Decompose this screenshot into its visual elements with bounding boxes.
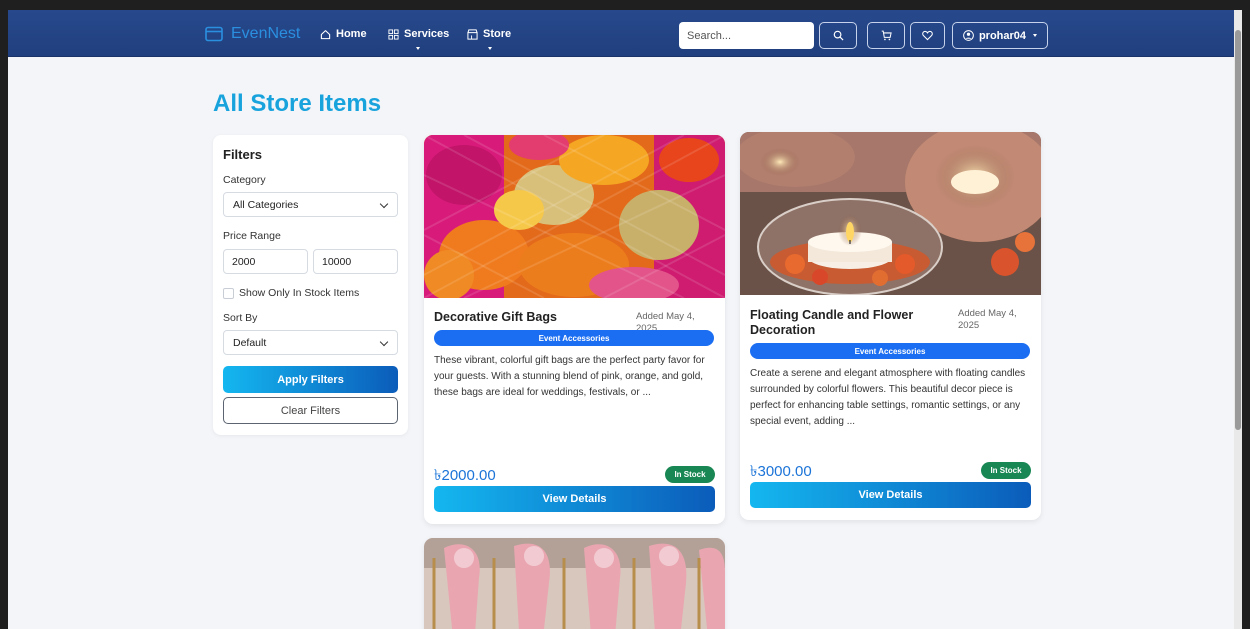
- scrollbar-thumb[interactable]: [1235, 30, 1241, 430]
- brand-logo[interactable]: EvenNest: [205, 25, 300, 43]
- wishlist-button[interactable]: [910, 22, 945, 49]
- stock-badge: In Stock: [665, 466, 715, 483]
- product-card: [424, 538, 725, 629]
- sort-by-label: Sort By: [223, 312, 258, 324]
- view-details-button[interactable]: View Details: [434, 486, 715, 512]
- product-image[interactable]: [424, 538, 725, 629]
- product-title: Floating Candle and Flower Decoration: [750, 308, 914, 337]
- category-badge: Event Accessories: [434, 330, 714, 346]
- store-caret-icon[interactable]: [488, 47, 492, 50]
- in-stock-checkbox[interactable]: [223, 288, 234, 299]
- view-details-button[interactable]: View Details: [750, 482, 1031, 508]
- filters-panel: Filters Category All Categories Price Ra…: [213, 135, 408, 435]
- clear-filters-button[interactable]: Clear Filters: [223, 397, 398, 424]
- nav-store-label: Store: [483, 28, 512, 40]
- username: prohar04: [978, 29, 1027, 42]
- price-min-input[interactable]: 2000: [223, 249, 308, 274]
- shop-icon: [467, 28, 478, 40]
- services-caret-icon[interactable]: [416, 47, 420, 50]
- category-badge: Event Accessories: [750, 343, 1030, 359]
- sort-value: Default: [233, 336, 267, 349]
- chevron-down-icon: [379, 337, 389, 347]
- price-max-value: 10000: [322, 255, 352, 268]
- navbar: EvenNest Home Services Store Search... p…: [8, 10, 1242, 57]
- browser-viewport: EvenNest Home Services Store Search... p…: [8, 10, 1242, 629]
- nav-home-label: Home: [336, 28, 367, 40]
- price-range-label: Price Range: [223, 230, 281, 242]
- nav-services[interactable]: Services: [388, 28, 449, 40]
- home-icon: [320, 29, 331, 39]
- filters-title: Filters: [223, 147, 263, 162]
- user-caret-icon: [1033, 34, 1038, 37]
- price-max-input[interactable]: 10000: [313, 249, 398, 274]
- category-select[interactable]: All Categories: [223, 192, 398, 217]
- category-value: All Categories: [233, 198, 299, 211]
- scrollbar[interactable]: [1234, 10, 1242, 629]
- calendar-icon: [205, 26, 223, 42]
- search-input[interactable]: [679, 22, 814, 49]
- product-image[interactable]: [740, 132, 1041, 295]
- product-title: Decorative Gift Bags: [434, 310, 557, 324]
- product-description: Create a serene and elegant atmosphere w…: [750, 368, 1026, 427]
- candle-image: [740, 132, 1041, 295]
- grid-icon: [388, 28, 399, 40]
- user-circle-icon: [963, 30, 974, 41]
- category-label: Category: [223, 174, 266, 186]
- search-button[interactable]: [819, 22, 857, 49]
- stock-badge: In Stock: [981, 462, 1031, 479]
- chevron-down-icon: [379, 199, 389, 209]
- product-image[interactable]: [424, 135, 725, 298]
- search-icon: [833, 30, 844, 41]
- cart-button[interactable]: [867, 22, 905, 49]
- cart-icon: [881, 30, 892, 41]
- product-card: Floating Candle and Flower Decoration Ad…: [740, 132, 1041, 520]
- apply-filters-button[interactable]: Apply Filters: [223, 366, 398, 393]
- nav-store[interactable]: Store: [467, 28, 511, 40]
- product-card: Decorative Gift Bags Added May 4, 2025 E…: [424, 135, 725, 524]
- heart-icon: [922, 30, 933, 41]
- user-menu-button[interactable]: prohar04: [952, 22, 1048, 49]
- product-date: Added May 4, 2025: [958, 308, 1017, 331]
- gift-bags-image: [424, 135, 725, 298]
- brand-name: EvenNest: [231, 25, 301, 42]
- page-title: All Store Items: [213, 90, 382, 117]
- nav-services-label: Services: [404, 28, 450, 40]
- nav-home[interactable]: Home: [320, 28, 367, 40]
- sort-select[interactable]: Default: [223, 330, 398, 355]
- in-stock-label[interactable]: Show Only In Stock Items: [239, 287, 359, 299]
- product-description: These vibrant, colorful gift bags are th…: [434, 355, 705, 398]
- chairs-image: [424, 538, 725, 629]
- price-min-value: 2000: [232, 255, 256, 268]
